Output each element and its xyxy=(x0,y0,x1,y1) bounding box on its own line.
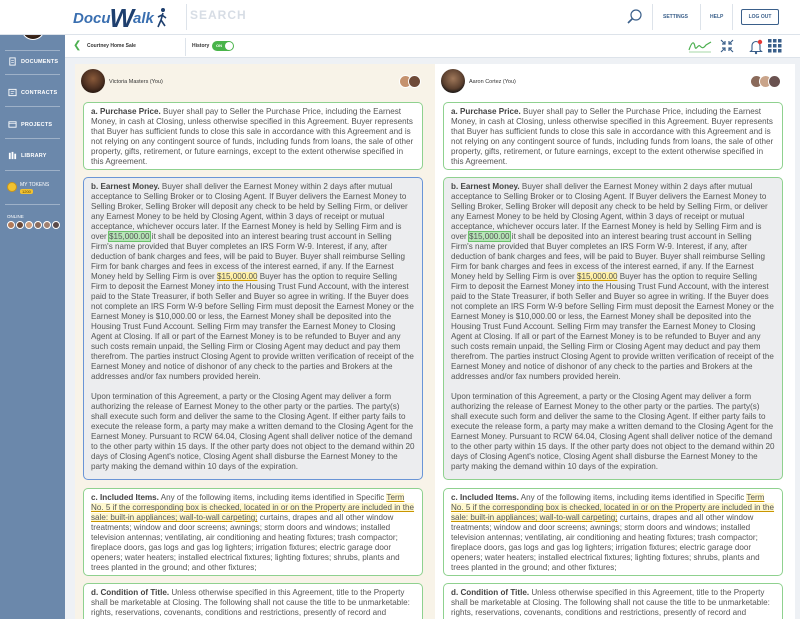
contracts-icon xyxy=(8,88,17,97)
clause-title: a. Purchase Price. xyxy=(91,107,161,116)
avatar[interactable] xyxy=(16,221,24,229)
help-link[interactable]: HELP xyxy=(710,14,723,20)
amount-field[interactable]: $15,000.00 xyxy=(576,272,618,281)
online-users: ONLINE xyxy=(7,214,60,229)
clause-title: d. Condition of Title. xyxy=(451,588,530,597)
divider xyxy=(185,38,186,56)
clause-title: b. Earnest Money. xyxy=(91,182,160,191)
walker-icon xyxy=(157,8,167,28)
clause-condition-of-title[interactable]: d. Condition of Title. Unless otherwise … xyxy=(83,583,423,619)
sidebar-item-library[interactable]: LIBRARY xyxy=(8,151,47,160)
clause-included-items[interactable]: c. Included Items. Any of the following … xyxy=(83,488,423,576)
clause-title: b. Earnest Money. xyxy=(451,182,520,191)
collapse-icon[interactable] xyxy=(720,39,734,53)
avatar[interactable] xyxy=(7,221,15,229)
history-toggle[interactable]: ON xyxy=(212,41,234,51)
projects-icon xyxy=(8,121,17,128)
clause-text: Any of the following items, including it… xyxy=(518,493,747,502)
clause-earnest-money[interactable]: b. Earnest Money. Buyer shall deliver th… xyxy=(83,177,423,480)
clause-text: Buyer has the option to require Selling … xyxy=(451,272,774,381)
tokens-badge: 1200 xyxy=(20,189,33,194)
logo-text: Docu xyxy=(73,9,111,27)
document-toolbar: ❮ Courtney Home Sale History ON xyxy=(65,35,800,58)
back-arrow-icon[interactable]: ❮ xyxy=(73,40,81,51)
divider xyxy=(5,106,60,107)
divider xyxy=(652,4,653,30)
pane-header: Victoria Masters (You) xyxy=(75,64,435,96)
sidebar-item-contracts[interactable]: CONTRACTS xyxy=(8,88,57,97)
notification-bell-icon[interactable] xyxy=(749,39,763,55)
divider xyxy=(700,4,701,30)
divider xyxy=(5,138,60,139)
avatar[interactable] xyxy=(25,221,33,229)
amount-field[interactable]: $15,000.00 xyxy=(108,231,151,242)
sidebar-item-projects[interactable]: PROJECTS xyxy=(8,120,52,129)
amount-field[interactable]: $15,000.00 xyxy=(216,272,258,281)
clause-text: Any of the following items, including it… xyxy=(158,493,387,502)
clause-included-items[interactable]: c. Included Items. Any of the following … xyxy=(443,488,783,576)
documents-icon xyxy=(9,57,16,66)
online-label: ONLINE xyxy=(7,214,24,219)
clause-title: d. Condition of Title. xyxy=(91,588,170,597)
sidebar-item-label: CONTRACTS xyxy=(21,89,58,96)
user-name: Aaron Cortez (You) xyxy=(469,79,516,85)
search-icon[interactable] xyxy=(626,8,644,26)
search-input[interactable]: SEARCH xyxy=(190,8,247,22)
logout-button[interactable]: LOG OUT xyxy=(741,9,779,25)
clause-text: Upon termination of this Agreement, a pa… xyxy=(451,392,775,471)
coin-icon xyxy=(7,182,17,192)
document-name: Courtney Home Sale xyxy=(87,43,136,49)
grid-menu-icon[interactable] xyxy=(768,39,782,53)
my-tokens[interactable]: MY TOKENS 1200 xyxy=(7,182,49,195)
pane-header: Aaron Cortez (You) xyxy=(435,64,795,96)
clause-earnest-money[interactable]: b. Earnest Money. Buyer shall deliver th… xyxy=(443,177,783,480)
divider xyxy=(186,4,187,30)
collaborators[interactable] xyxy=(399,75,421,88)
clause-title: c. Included Items. xyxy=(451,493,519,502)
amount-field[interactable]: $15,000.00 xyxy=(468,231,511,242)
logo[interactable]: Docu Walk xyxy=(73,3,169,33)
clause-text: Upon termination of this Agreement, a pa… xyxy=(91,392,415,471)
left-document-pane: Victoria Masters (You) a. Purchase Price… xyxy=(75,64,435,619)
clause-purchase-price[interactable]: a. Purchase Price. Buyer shall pay to Se… xyxy=(83,102,423,170)
user-name: Victoria Masters (You) xyxy=(109,79,163,85)
clause-title: a. Purchase Price. xyxy=(451,107,521,116)
avatar[interactable] xyxy=(441,69,465,93)
sidebar-item-documents[interactable]: DOCUMENTS xyxy=(8,57,58,66)
collaborators[interactable] xyxy=(750,75,781,88)
sidebar-item-label: LIBRARY xyxy=(21,152,47,159)
right-document-pane: Aaron Cortez (You) a. Purchase Price. Bu… xyxy=(435,64,795,619)
sidebar-item-label: PROJECTS xyxy=(21,121,53,128)
history-label: History xyxy=(192,43,210,49)
signature-icon[interactable] xyxy=(687,39,713,53)
divider xyxy=(5,74,60,75)
avatar[interactable] xyxy=(43,221,51,229)
sidebar-item-label: DOCUMENTS xyxy=(21,58,59,65)
tokens-label: MY TOKENS xyxy=(20,182,50,188)
divider xyxy=(5,204,60,205)
divider xyxy=(732,4,733,30)
divider xyxy=(5,50,60,51)
document-compare-area: Victoria Masters (You) a. Purchase Price… xyxy=(65,58,800,619)
logo-w: W xyxy=(109,2,135,33)
library-icon xyxy=(8,151,17,160)
logo-text: alk xyxy=(133,9,154,27)
settings-link[interactable]: SETTINGS xyxy=(663,14,688,20)
avatar[interactable] xyxy=(34,221,42,229)
clause-condition-of-title[interactable]: d. Condition of Title. Unless otherwise … xyxy=(443,583,783,619)
clause-title: c. Included Items. xyxy=(91,493,159,502)
avatar[interactable] xyxy=(81,69,105,93)
clause-purchase-price[interactable]: a. Purchase Price. Buyer shall pay to Se… xyxy=(443,102,783,170)
avatar[interactable] xyxy=(52,221,60,229)
clause-text: Buyer has the option to require Selling … xyxy=(91,272,414,381)
sidebar: DOCUMENTS CONTRACTS PROJECTS LIBRARY MY … xyxy=(0,0,65,619)
divider xyxy=(5,170,60,171)
